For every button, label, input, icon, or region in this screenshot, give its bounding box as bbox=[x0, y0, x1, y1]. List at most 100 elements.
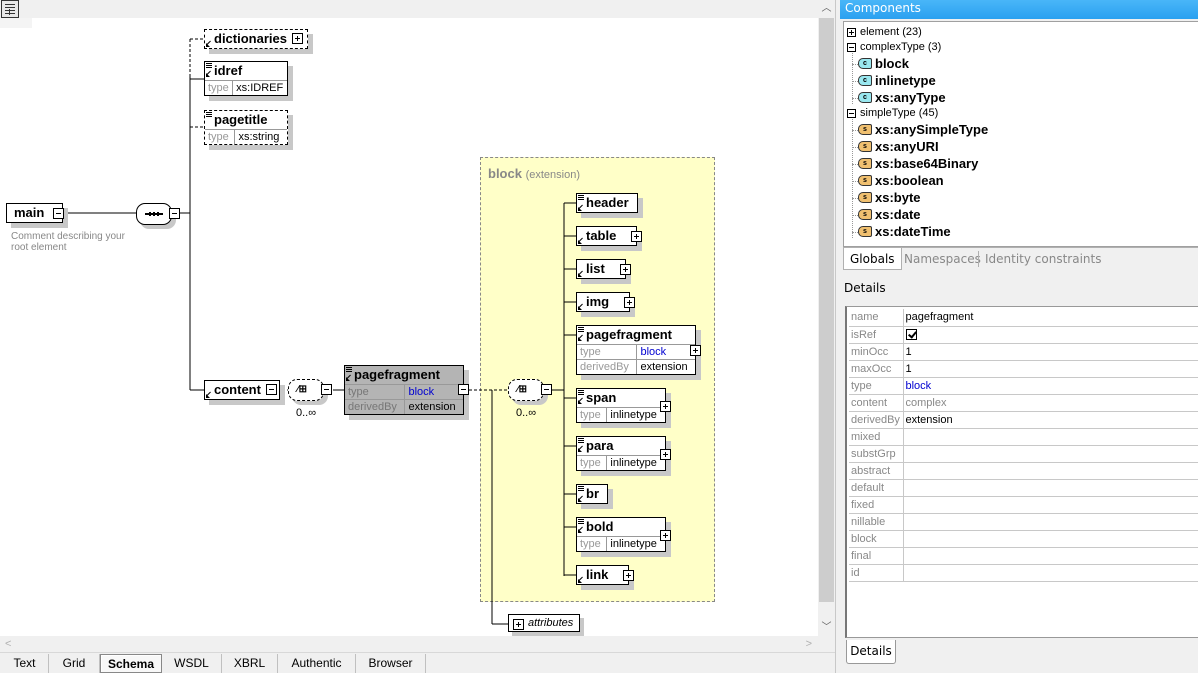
scroll-down-icon[interactable]: ﹀ bbox=[818, 619, 835, 636]
details-value[interactable]: complex bbox=[903, 394, 1198, 412]
details-key: isRef bbox=[849, 326, 904, 344]
block-choice-compositor[interactable]: ⁄⊞ bbox=[508, 379, 544, 401]
details-key: final bbox=[849, 547, 904, 565]
complex-type-icon: c bbox=[858, 75, 872, 86]
scroll-left-icon[interactable]: < bbox=[5, 636, 11, 652]
details-key: derivedBy bbox=[849, 411, 904, 429]
expand-bold-icon[interactable] bbox=[660, 530, 671, 541]
block-child-img[interactable]: img bbox=[576, 292, 631, 312]
collapse-choice-icon[interactable] bbox=[321, 384, 332, 395]
details-tab[interactable]: Details bbox=[846, 640, 896, 664]
scroll-up-icon[interactable]: ︿ bbox=[818, 0, 835, 17]
details-key: type bbox=[849, 377, 904, 395]
occurrence-label: 0..∞ bbox=[296, 407, 317, 419]
simple-type-icon: s bbox=[858, 192, 872, 203]
components-tree[interactable]: element (23) complexType (3) c block c inline… bbox=[843, 21, 1198, 247]
details-value[interactable]: block bbox=[903, 377, 1198, 395]
diagram-horizontal-scrollbar[interactable]: < > bbox=[0, 636, 818, 652]
details-value[interactable] bbox=[903, 428, 1198, 446]
tree-item[interactable]: c block bbox=[858, 56, 909, 71]
collapse-pagefragment-icon[interactable] bbox=[458, 384, 469, 395]
tree-item[interactable]: s xs:anySimpleType bbox=[858, 122, 988, 137]
details-row: isRef bbox=[849, 326, 1198, 344]
collapse-icon[interactable] bbox=[847, 43, 856, 52]
tree-item[interactable]: s xs:anyURI bbox=[858, 139, 939, 154]
tab-browser[interactable]: Browser bbox=[356, 654, 426, 673]
tab-wsdl[interactable]: WSDL bbox=[162, 654, 222, 673]
details-value[interactable] bbox=[903, 530, 1198, 548]
collapse-sequence-icon[interactable] bbox=[169, 208, 180, 219]
tab-xbrl[interactable]: XBRL bbox=[222, 654, 278, 673]
choice-compositor[interactable]: ⁄⊞ bbox=[288, 379, 324, 401]
block-child-para[interactable]: para type inlinetype bbox=[576, 436, 666, 471]
expand-para-icon[interactable] bbox=[660, 449, 671, 460]
schema-diagram-canvas[interactable]: block (extension) main Comment describin… bbox=[0, 0, 818, 636]
attributes-box[interactable]: attributes bbox=[508, 614, 581, 632]
tree-category[interactable]: element (23) bbox=[847, 26, 922, 38]
sequence-compositor[interactable] bbox=[136, 203, 172, 225]
tab-grid[interactable]: Grid bbox=[49, 654, 100, 673]
scrollbar-thumb[interactable] bbox=[819, 18, 834, 602]
block-child-pagefragment[interactable]: pagefragment type block derivedBy extension bbox=[576, 325, 696, 375]
details-value[interactable]: pagefragment bbox=[903, 309, 1198, 327]
element-pagetitle[interactable]: pagetitle type xs:string bbox=[204, 110, 288, 145]
block-child-link[interactable]: link bbox=[576, 565, 630, 585]
details-value[interactable]: 1 bbox=[903, 360, 1198, 378]
block-child-header[interactable]: header bbox=[576, 193, 638, 213]
collapse-main-icon[interactable] bbox=[53, 208, 64, 219]
tree-category[interactable]: complexType (3) bbox=[847, 41, 941, 53]
block-child-list[interactable]: list bbox=[576, 259, 626, 279]
details-value[interactable] bbox=[903, 326, 1198, 344]
tree-item[interactable]: s xs:base64Binary bbox=[858, 156, 978, 171]
scroll-right-icon[interactable]: > bbox=[806, 636, 812, 652]
element-pagefragment-selected[interactable]: pagefragment type block derivedBy extensio… bbox=[344, 365, 464, 415]
tab-globals[interactable]: Globals bbox=[843, 248, 902, 270]
expand-list-icon[interactable] bbox=[620, 264, 631, 275]
collapse-block-choice-icon[interactable] bbox=[541, 384, 552, 395]
expand-span-icon[interactable] bbox=[660, 401, 671, 412]
expand-dictionaries-icon[interactable] bbox=[292, 33, 303, 44]
tree-item[interactable]: s xs:dateTime bbox=[858, 224, 951, 239]
tab-schema[interactable]: Schema bbox=[100, 654, 162, 673]
details-value[interactable] bbox=[903, 547, 1198, 565]
details-value[interactable] bbox=[903, 564, 1198, 582]
details-value[interactable]: extension bbox=[903, 411, 1198, 429]
details-value[interactable] bbox=[903, 513, 1198, 531]
expand-attributes-icon[interactable] bbox=[513, 619, 524, 630]
collapse-icon[interactable] bbox=[847, 109, 856, 118]
tree-item[interactable]: s xs:byte bbox=[858, 190, 921, 205]
element-idref[interactable]: idref type xs:IDREF bbox=[204, 61, 288, 96]
details-key: abstract bbox=[849, 462, 904, 480]
tab-identity-constraints[interactable]: Identity constraints bbox=[978, 251, 1108, 267]
tab-text[interactable]: Text bbox=[1, 654, 49, 673]
tree-item[interactable]: c xs:anyType bbox=[858, 90, 946, 105]
diagram-vertical-scrollbar[interactable]: ︿ ﹀ bbox=[818, 0, 835, 636]
tree-item[interactable]: s xs:date bbox=[858, 207, 921, 222]
tree-item[interactable]: s xs:boolean bbox=[858, 173, 944, 188]
block-child-br[interactable]: br bbox=[576, 484, 608, 504]
details-value[interactable] bbox=[903, 479, 1198, 497]
block-child-table[interactable]: table bbox=[576, 226, 638, 246]
expand-icon[interactable] bbox=[847, 28, 856, 37]
expand-link-icon[interactable] bbox=[623, 570, 634, 581]
details-value[interactable] bbox=[903, 496, 1198, 514]
details-value[interactable]: 1 bbox=[903, 343, 1198, 361]
expand-pagefragment-icon[interactable] bbox=[690, 345, 701, 356]
tree-category[interactable]: simpleType (45) bbox=[847, 107, 938, 119]
tab-authentic[interactable]: Authentic bbox=[278, 654, 356, 673]
details-value[interactable] bbox=[903, 462, 1198, 480]
details-value[interactable] bbox=[903, 445, 1198, 463]
details-row: type block bbox=[849, 377, 1198, 395]
tab-namespaces[interactable]: Namespaces bbox=[898, 248, 987, 270]
tree-item[interactable]: c inlinetype bbox=[858, 73, 936, 88]
simple-type-icon: s bbox=[858, 209, 872, 220]
details-title: Details bbox=[844, 281, 886, 295]
checkbox-isref[interactable] bbox=[905, 329, 917, 341]
block-child-span[interactable]: span type inlinetype bbox=[576, 388, 666, 423]
collapse-content-icon[interactable] bbox=[266, 384, 277, 395]
details-row: abstract bbox=[849, 462, 1198, 480]
details-key: substGrp bbox=[849, 445, 904, 463]
block-child-bold[interactable]: bold type inlinetype bbox=[576, 517, 666, 552]
expand-img-icon[interactable] bbox=[624, 297, 635, 308]
expand-table-icon[interactable] bbox=[631, 231, 642, 242]
